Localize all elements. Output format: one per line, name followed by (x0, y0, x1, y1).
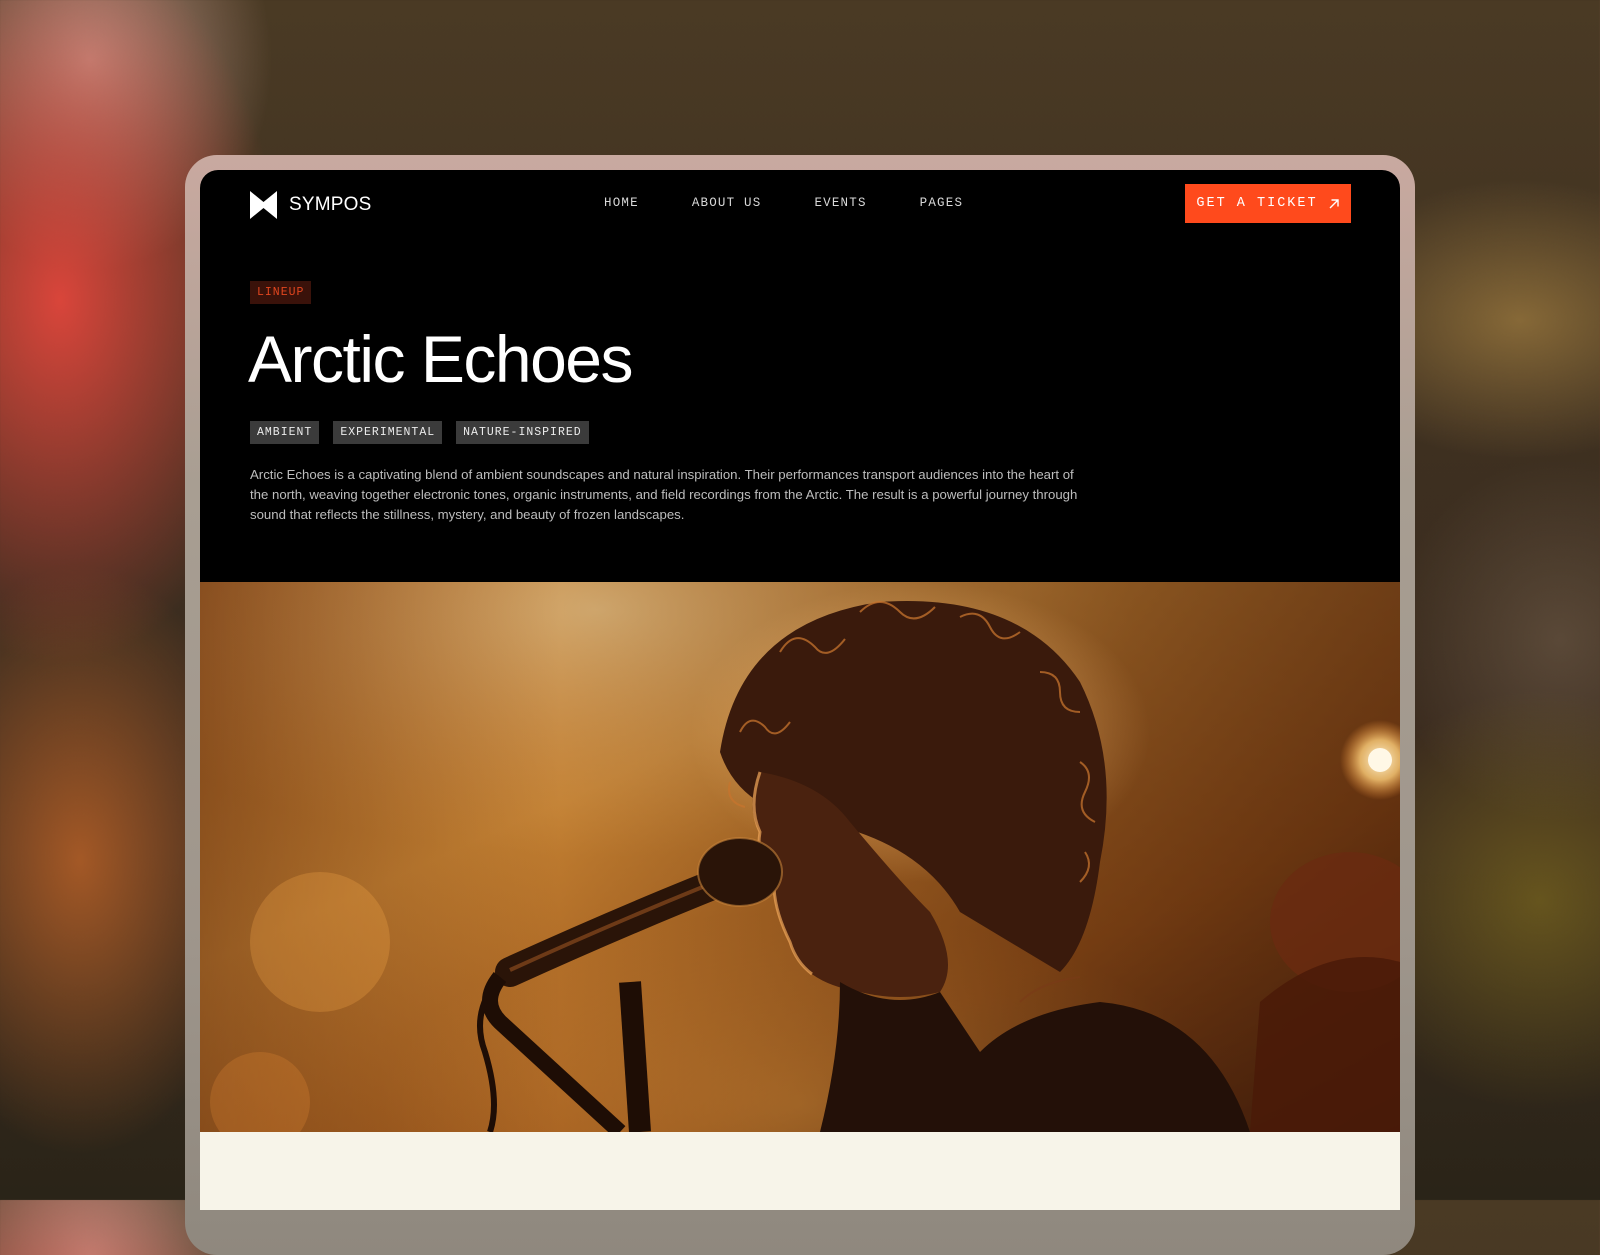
lineup-tag: LINEUP (250, 281, 312, 304)
hero-image-singer-at-microphone (200, 582, 1400, 1132)
browser-screen: SYMPOS HOME ABOUT US EVENTS PAGES GET A … (200, 170, 1400, 1210)
next-section (200, 1132, 1400, 1210)
hero-photo-illustration (200, 582, 1400, 1132)
brand-logo-link[interactable]: SYMPOS (250, 190, 372, 220)
artist-description: Arctic Echoes is a captivating blend of … (250, 467, 1078, 522)
top-navigation: SYMPOS HOME ABOUT US EVENTS PAGES GET A … (200, 170, 1400, 240)
genre-tag: NATURE-INSPIRED (456, 421, 589, 444)
nav-link-about-us[interactable]: ABOUT US (692, 196, 762, 210)
genre-tags: AMBIENT EXPERIMENTAL NATURE-INSPIRED (250, 421, 589, 444)
genre-tag: EXPERIMENTAL (333, 421, 443, 444)
artist-title: Arctic Echoes (248, 322, 633, 396)
arrow-up-right-icon (1329, 198, 1339, 208)
nav-link-events[interactable]: EVENTS (814, 196, 866, 210)
main-nav: HOME ABOUT US EVENTS PAGES (604, 196, 1016, 210)
nav-link-home[interactable]: HOME (604, 196, 639, 210)
get-ticket-label: GET A TICKET (1196, 196, 1318, 211)
bowtie-logo-icon (250, 191, 277, 219)
brand-name: SYMPOS (289, 194, 372, 215)
get-ticket-button[interactable]: GET A TICKET (1185, 184, 1351, 223)
genre-tag: AMBIENT (250, 421, 320, 444)
nav-link-pages[interactable]: PAGES (920, 196, 964, 210)
